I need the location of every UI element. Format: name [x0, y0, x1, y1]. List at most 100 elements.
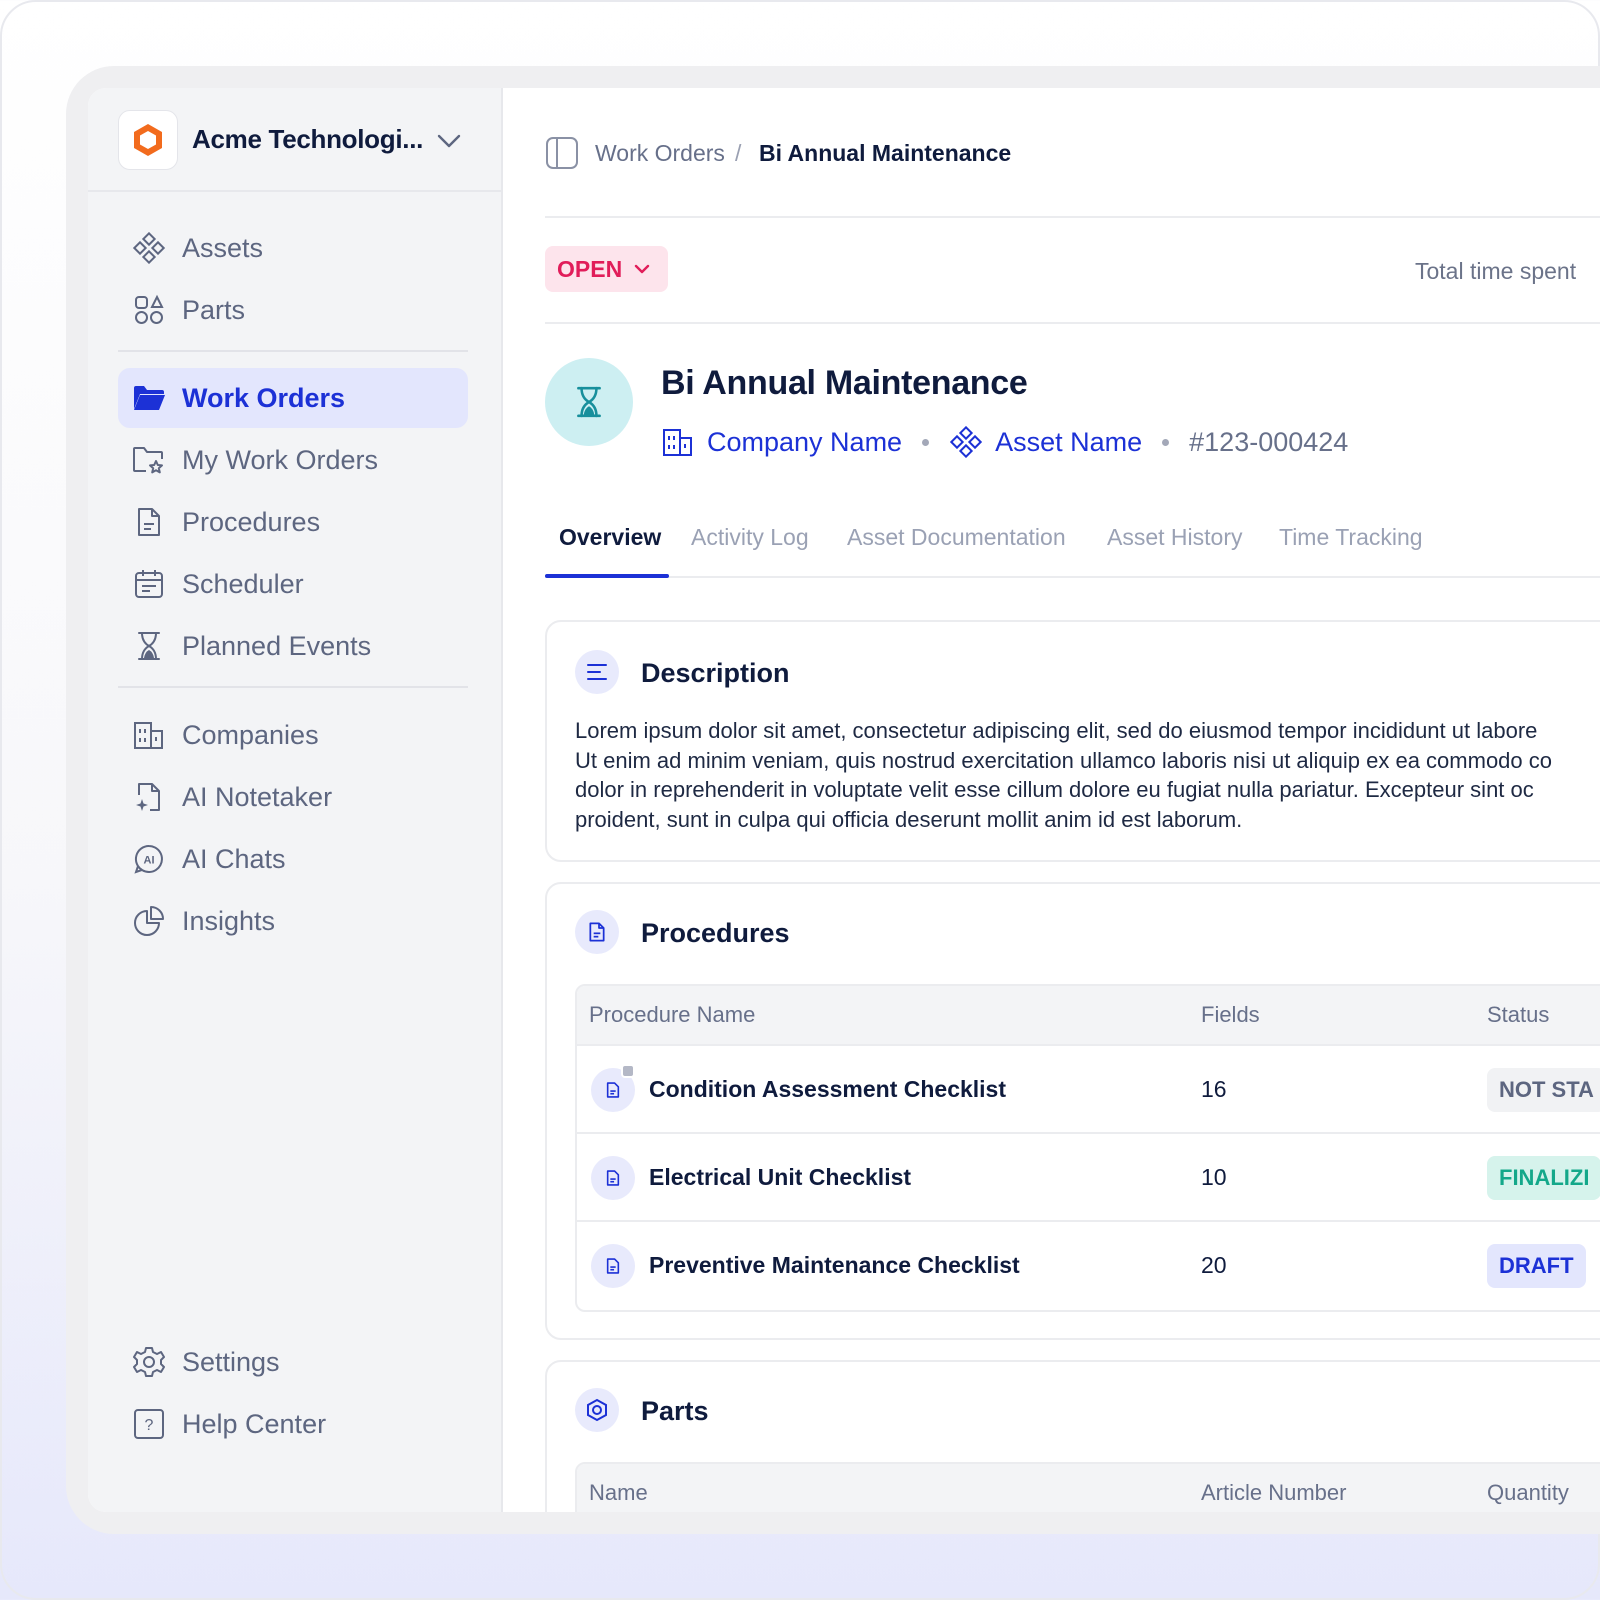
sidebar-item-ai-chats[interactable]: AI AI Chats	[118, 829, 468, 889]
sidebar-item-companies[interactable]: Companies	[118, 705, 468, 765]
sidebar-item-ai-notetaker[interactable]: AI Notetaker	[118, 767, 468, 827]
sidebar-item-settings[interactable]: Settings	[118, 1332, 468, 1392]
parts-title: Parts	[641, 1396, 709, 1426]
sidebar-item-procedures[interactable]: Procedures	[118, 492, 468, 552]
help-icon: ?	[132, 1407, 166, 1441]
hourglass-icon	[132, 629, 166, 663]
breadcrumb-parent[interactable]: Work Orders	[595, 140, 725, 167]
description-text: Lorem ipsum dolor sit amet, consectetur …	[575, 716, 1600, 834]
gear-icon	[132, 1345, 166, 1379]
folder-icon	[132, 381, 166, 415]
status-label: OPEN	[557, 255, 623, 282]
parts-icon	[132, 293, 166, 327]
sidebar-item-label: My Work Orders	[182, 444, 379, 475]
table-header: Procedure Name Fields Status	[577, 986, 1600, 1046]
breadcrumb-current: Bi Annual Maintenance	[759, 140, 1012, 166]
sidebar-item-scheduler[interactable]: Scheduler	[118, 554, 468, 614]
sidebar-item-work-orders[interactable]: Work Orders	[118, 368, 468, 428]
procedure-name: Condition Assessment Checklist	[649, 1076, 1007, 1102]
top-bar: Work Orders / Bi Annual Maintenance	[545, 88, 1600, 218]
column-header[interactable]: Article Number	[1201, 1480, 1346, 1506]
sidebar-item-label: Procedures	[182, 506, 321, 537]
sidebar-item-label: Parts	[182, 294, 246, 325]
description-line: Lorem ipsum dolor sit amet, consectetur …	[575, 718, 1538, 743]
calendar-icon	[132, 567, 166, 601]
column-header[interactable]: Name	[589, 1480, 648, 1506]
sidebar-item-label: Insights	[182, 905, 276, 936]
table-row[interactable]: Condition Assessment Checklist 16 NOT ST…	[577, 1046, 1600, 1134]
status-badge: FINALIZI	[1487, 1156, 1600, 1200]
status-bar: OPEN Total time spent	[545, 220, 1600, 324]
procedure-name: Electrical Unit Checklist	[649, 1164, 912, 1190]
sidebar-item-help-center[interactable]: ? Help Center	[118, 1394, 468, 1454]
tab-time-tracking[interactable]: Time Tracking	[1279, 524, 1423, 551]
tab-overview[interactable]: Overview	[559, 524, 661, 551]
procedures-title: Procedures	[641, 918, 790, 948]
procedures-table: Procedure Name Fields Status Condition A…	[575, 984, 1600, 1312]
document-icon	[591, 1156, 635, 1200]
org-switcher[interactable]: Acme Technologi...	[88, 88, 501, 192]
tab-bar: Overview Activity Log Asset Documentatio…	[545, 498, 1600, 578]
assets-icon	[132, 231, 166, 265]
page-title: Bi Annual Maintenance	[661, 364, 1028, 402]
column-header[interactable]: Status	[1487, 1002, 1549, 1028]
app-window: Acme Technologi... Assets Parts Work Ord…	[88, 88, 1600, 1512]
procedure-fields: 16	[1201, 1076, 1227, 1102]
tab-asset-history[interactable]: Asset History	[1107, 524, 1242, 551]
table-header: Name Article Number Quantity	[577, 1464, 1600, 1512]
org-logo	[118, 110, 178, 170]
sidebar-item-label: Scheduler	[182, 568, 304, 599]
pie-chart-icon	[132, 904, 166, 938]
sidebar-item-label: Settings	[182, 1346, 280, 1377]
column-header[interactable]: Quantity	[1487, 1480, 1569, 1506]
work-order-id: #123-000424	[1189, 426, 1349, 457]
sidebar: Acme Technologi... Assets Parts Work Ord…	[88, 88, 503, 1512]
svg-text:AI: AI	[144, 855, 155, 867]
sidebar-item-insights[interactable]: Insights	[118, 891, 468, 951]
status-badge: DRAFT	[1487, 1244, 1586, 1288]
ai-notetaker-icon	[132, 780, 166, 814]
company-link[interactable]: Company Name	[707, 427, 902, 458]
column-header[interactable]: Fields	[1201, 1002, 1260, 1028]
table-row[interactable]: Electrical Unit Checklist 10 FINALIZI	[577, 1134, 1600, 1222]
sidebar-divider	[118, 350, 468, 352]
sidebar-divider	[118, 686, 468, 688]
hexagon-logo-icon	[134, 124, 162, 156]
procedure-name: Preventive Maintenance Checklist	[649, 1252, 1020, 1278]
sidebar-item-assets[interactable]: Assets	[118, 218, 468, 278]
sidebar-item-label: AI Notetaker	[182, 781, 333, 812]
building-icon	[661, 425, 695, 459]
sidebar-item-parts[interactable]: Parts	[118, 280, 468, 340]
sidebar-item-label: Assets	[182, 232, 264, 263]
ai-chat-icon: AI	[132, 842, 166, 876]
column-header[interactable]: Procedure Name	[589, 1002, 755, 1028]
sidebar-item-label: Work Orders	[182, 382, 346, 413]
asset-link[interactable]: Asset Name	[995, 427, 1142, 458]
tab-activity-log[interactable]: Activity Log	[691, 524, 809, 551]
document-icon	[591, 1244, 635, 1288]
active-tab-indicator	[545, 574, 669, 578]
document-icon	[132, 505, 166, 539]
description-line: Ut enim ad minim veniam, quis nostrud ex…	[575, 747, 1553, 773]
table-row[interactable]: Preventive Maintenance Checklist 20 DRAF…	[577, 1222, 1600, 1310]
chevron-down-icon[interactable]	[434, 126, 464, 156]
procedure-fields: 20	[1201, 1252, 1227, 1278]
description-card: Description Lorem ipsum dolor sit amet, …	[545, 620, 1600, 862]
work-order-avatar	[545, 358, 633, 446]
text-align-icon	[575, 650, 619, 694]
sidebar-item-label: Planned Events	[182, 630, 372, 661]
sidebar-item-planned-events[interactable]: Planned Events	[118, 616, 468, 676]
tab-asset-documentation[interactable]: Asset Documentation	[847, 524, 1066, 551]
separator-dot	[1162, 438, 1170, 446]
description-title: Description	[641, 658, 790, 688]
sidebar-item-label: Companies	[182, 719, 319, 750]
sidebar-item-my-work-orders[interactable]: My Work Orders	[118, 430, 468, 490]
chevron-down-icon	[634, 264, 650, 274]
sidebar-item-label: Help Center	[182, 1408, 327, 1439]
procedure-fields: 10	[1201, 1164, 1227, 1190]
sidebar-toggle-icon[interactable]	[545, 136, 579, 170]
status-dropdown[interactable]: OPEN	[545, 246, 669, 292]
sidebar-item-label: AI Chats	[182, 843, 286, 874]
description-line: dolor in reprehenderit in voluptate veli…	[575, 777, 1534, 802]
separator-dot	[922, 438, 930, 446]
